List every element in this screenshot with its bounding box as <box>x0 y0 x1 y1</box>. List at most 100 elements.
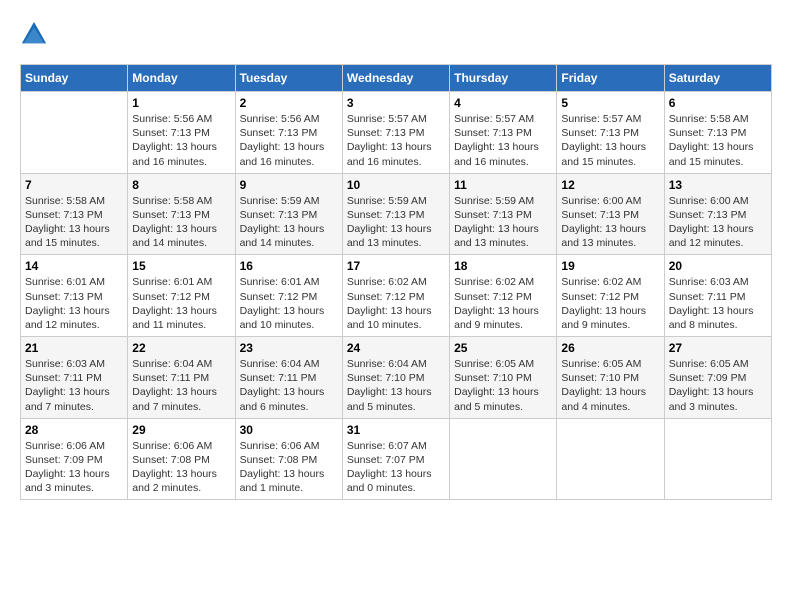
calendar-table: SundayMondayTuesdayWednesdayThursdayFrid… <box>20 64 772 500</box>
day-info: Sunrise: 6:04 AMSunset: 7:11 PMDaylight:… <box>240 358 325 413</box>
logo <box>20 20 52 48</box>
day-info: Sunrise: 5:59 AMSunset: 7:13 PMDaylight:… <box>240 195 325 250</box>
day-number: 9 <box>240 178 338 192</box>
day-info: Sunrise: 5:58 AMSunset: 7:13 PMDaylight:… <box>132 195 217 250</box>
day-number: 14 <box>25 259 123 273</box>
col-header-sunday: Sunday <box>21 65 128 92</box>
day-number: 5 <box>561 96 659 110</box>
calendar-cell: 21 Sunrise: 6:03 AMSunset: 7:11 PMDaylig… <box>21 337 128 419</box>
day-info: Sunrise: 6:05 AMSunset: 7:10 PMDaylight:… <box>561 358 646 413</box>
col-header-saturday: Saturday <box>664 65 771 92</box>
day-number: 31 <box>347 423 445 437</box>
day-number: 21 <box>25 341 123 355</box>
col-header-wednesday: Wednesday <box>342 65 449 92</box>
day-info: Sunrise: 5:58 AMSunset: 7:13 PMDaylight:… <box>25 195 110 250</box>
calendar-cell: 17 Sunrise: 6:02 AMSunset: 7:12 PMDaylig… <box>342 255 449 337</box>
calendar-cell: 7 Sunrise: 5:58 AMSunset: 7:13 PMDayligh… <box>21 173 128 255</box>
day-number: 13 <box>669 178 767 192</box>
day-number: 25 <box>454 341 552 355</box>
calendar-cell <box>450 418 557 500</box>
day-number: 20 <box>669 259 767 273</box>
calendar-cell: 23 Sunrise: 6:04 AMSunset: 7:11 PMDaylig… <box>235 337 342 419</box>
day-info: Sunrise: 6:05 AMSunset: 7:10 PMDaylight:… <box>454 358 539 413</box>
day-info: Sunrise: 6:07 AMSunset: 7:07 PMDaylight:… <box>347 440 432 495</box>
day-info: Sunrise: 6:01 AMSunset: 7:12 PMDaylight:… <box>240 276 325 331</box>
day-info: Sunrise: 6:00 AMSunset: 7:13 PMDaylight:… <box>561 195 646 250</box>
day-number: 12 <box>561 178 659 192</box>
day-info: Sunrise: 6:02 AMSunset: 7:12 PMDaylight:… <box>561 276 646 331</box>
day-info: Sunrise: 6:01 AMSunset: 7:13 PMDaylight:… <box>25 276 110 331</box>
day-number: 23 <box>240 341 338 355</box>
day-number: 30 <box>240 423 338 437</box>
day-info: Sunrise: 5:58 AMSunset: 7:13 PMDaylight:… <box>669 113 754 168</box>
day-number: 8 <box>132 178 230 192</box>
calendar-cell: 6 Sunrise: 5:58 AMSunset: 7:13 PMDayligh… <box>664 92 771 174</box>
day-info: Sunrise: 6:06 AMSunset: 7:08 PMDaylight:… <box>132 440 217 495</box>
calendar-cell: 24 Sunrise: 6:04 AMSunset: 7:10 PMDaylig… <box>342 337 449 419</box>
day-info: Sunrise: 5:57 AMSunset: 7:13 PMDaylight:… <box>347 113 432 168</box>
col-header-monday: Monday <box>128 65 235 92</box>
day-number: 3 <box>347 96 445 110</box>
col-header-tuesday: Tuesday <box>235 65 342 92</box>
day-number: 7 <box>25 178 123 192</box>
day-info: Sunrise: 5:59 AMSunset: 7:13 PMDaylight:… <box>454 195 539 250</box>
day-number: 6 <box>669 96 767 110</box>
day-number: 4 <box>454 96 552 110</box>
calendar-cell <box>21 92 128 174</box>
calendar-cell: 9 Sunrise: 5:59 AMSunset: 7:13 PMDayligh… <box>235 173 342 255</box>
calendar-cell: 16 Sunrise: 6:01 AMSunset: 7:12 PMDaylig… <box>235 255 342 337</box>
day-number: 17 <box>347 259 445 273</box>
col-header-friday: Friday <box>557 65 664 92</box>
day-info: Sunrise: 6:05 AMSunset: 7:09 PMDaylight:… <box>669 358 754 413</box>
calendar-header-row: SundayMondayTuesdayWednesdayThursdayFrid… <box>21 65 772 92</box>
day-number: 28 <box>25 423 123 437</box>
calendar-cell: 3 Sunrise: 5:57 AMSunset: 7:13 PMDayligh… <box>342 92 449 174</box>
calendar-week-row: 14 Sunrise: 6:01 AMSunset: 7:13 PMDaylig… <box>21 255 772 337</box>
calendar-week-row: 7 Sunrise: 5:58 AMSunset: 7:13 PMDayligh… <box>21 173 772 255</box>
calendar-cell: 2 Sunrise: 5:56 AMSunset: 7:13 PMDayligh… <box>235 92 342 174</box>
day-number: 16 <box>240 259 338 273</box>
day-number: 27 <box>669 341 767 355</box>
day-number: 19 <box>561 259 659 273</box>
calendar-cell: 18 Sunrise: 6:02 AMSunset: 7:12 PMDaylig… <box>450 255 557 337</box>
calendar-cell: 4 Sunrise: 5:57 AMSunset: 7:13 PMDayligh… <box>450 92 557 174</box>
day-info: Sunrise: 5:56 AMSunset: 7:13 PMDaylight:… <box>240 113 325 168</box>
day-info: Sunrise: 6:06 AMSunset: 7:08 PMDaylight:… <box>240 440 325 495</box>
day-number: 15 <box>132 259 230 273</box>
day-number: 2 <box>240 96 338 110</box>
calendar-cell <box>664 418 771 500</box>
day-info: Sunrise: 6:02 AMSunset: 7:12 PMDaylight:… <box>454 276 539 331</box>
calendar-cell: 28 Sunrise: 6:06 AMSunset: 7:09 PMDaylig… <box>21 418 128 500</box>
day-number: 11 <box>454 178 552 192</box>
day-info: Sunrise: 6:02 AMSunset: 7:12 PMDaylight:… <box>347 276 432 331</box>
day-info: Sunrise: 6:03 AMSunset: 7:11 PMDaylight:… <box>25 358 110 413</box>
calendar-cell: 5 Sunrise: 5:57 AMSunset: 7:13 PMDayligh… <box>557 92 664 174</box>
day-info: Sunrise: 5:57 AMSunset: 7:13 PMDaylight:… <box>561 113 646 168</box>
logo-icon <box>20 20 48 48</box>
day-number: 18 <box>454 259 552 273</box>
day-info: Sunrise: 6:04 AMSunset: 7:10 PMDaylight:… <box>347 358 432 413</box>
calendar-cell: 25 Sunrise: 6:05 AMSunset: 7:10 PMDaylig… <box>450 337 557 419</box>
calendar-cell: 13 Sunrise: 6:00 AMSunset: 7:13 PMDaylig… <box>664 173 771 255</box>
calendar-week-row: 1 Sunrise: 5:56 AMSunset: 7:13 PMDayligh… <box>21 92 772 174</box>
page-header <box>20 20 772 48</box>
calendar-cell: 26 Sunrise: 6:05 AMSunset: 7:10 PMDaylig… <box>557 337 664 419</box>
calendar-cell: 22 Sunrise: 6:04 AMSunset: 7:11 PMDaylig… <box>128 337 235 419</box>
day-info: Sunrise: 5:57 AMSunset: 7:13 PMDaylight:… <box>454 113 539 168</box>
col-header-thursday: Thursday <box>450 65 557 92</box>
calendar-cell: 10 Sunrise: 5:59 AMSunset: 7:13 PMDaylig… <box>342 173 449 255</box>
calendar-cell: 29 Sunrise: 6:06 AMSunset: 7:08 PMDaylig… <box>128 418 235 500</box>
calendar-cell: 1 Sunrise: 5:56 AMSunset: 7:13 PMDayligh… <box>128 92 235 174</box>
day-number: 29 <box>132 423 230 437</box>
calendar-cell: 31 Sunrise: 6:07 AMSunset: 7:07 PMDaylig… <box>342 418 449 500</box>
day-info: Sunrise: 6:00 AMSunset: 7:13 PMDaylight:… <box>669 195 754 250</box>
day-info: Sunrise: 6:06 AMSunset: 7:09 PMDaylight:… <box>25 440 110 495</box>
calendar-week-row: 28 Sunrise: 6:06 AMSunset: 7:09 PMDaylig… <box>21 418 772 500</box>
calendar-cell: 30 Sunrise: 6:06 AMSunset: 7:08 PMDaylig… <box>235 418 342 500</box>
day-number: 1 <box>132 96 230 110</box>
calendar-cell: 19 Sunrise: 6:02 AMSunset: 7:12 PMDaylig… <box>557 255 664 337</box>
calendar-cell: 14 Sunrise: 6:01 AMSunset: 7:13 PMDaylig… <box>21 255 128 337</box>
day-info: Sunrise: 5:59 AMSunset: 7:13 PMDaylight:… <box>347 195 432 250</box>
calendar-cell: 11 Sunrise: 5:59 AMSunset: 7:13 PMDaylig… <box>450 173 557 255</box>
day-info: Sunrise: 6:03 AMSunset: 7:11 PMDaylight:… <box>669 276 754 331</box>
